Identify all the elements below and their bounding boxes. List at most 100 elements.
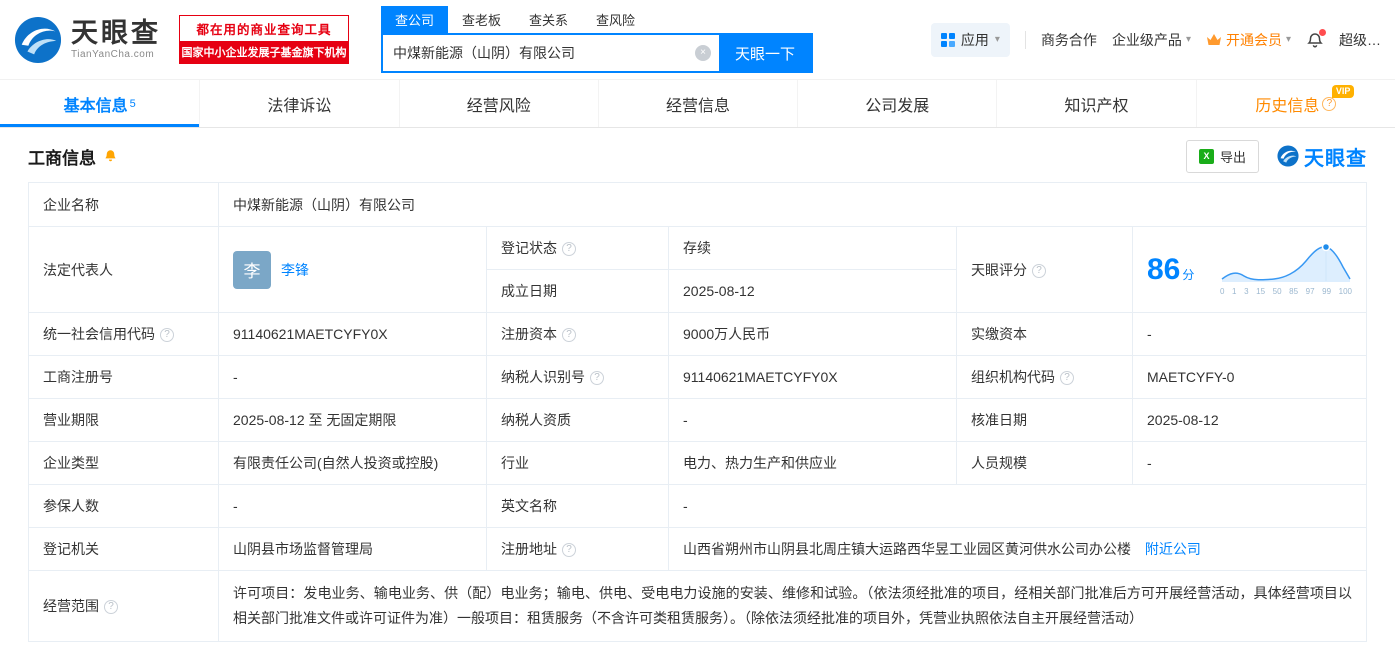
help-icon[interactable]: ? xyxy=(160,328,174,342)
field-label: 登记机关 xyxy=(28,527,219,571)
search-tab-boss[interactable]: 查老板 xyxy=(448,6,515,33)
help-icon[interactable]: ? xyxy=(562,543,576,557)
field-label: 经营范围? xyxy=(28,569,219,643)
search-tab-relation[interactable]: 查关系 xyxy=(515,6,582,33)
export-button[interactable]: X 导出 xyxy=(1185,139,1259,173)
field-label: 法定代表人 xyxy=(28,226,219,313)
chevron-down-icon: ▾ xyxy=(1285,34,1291,45)
field-label: 注册资本? xyxy=(486,312,669,356)
search-button[interactable]: 天眼一下 xyxy=(719,35,811,71)
logo-text: 天眼查 TianYanCha.com xyxy=(71,18,161,60)
legal-rep-link[interactable]: 李锋 xyxy=(281,260,309,280)
enterprise-label: 企业级产品 xyxy=(1111,31,1182,48)
field-value: - xyxy=(1132,441,1367,485)
tab-basic-info[interactable]: 基本信息 5 xyxy=(0,80,199,127)
field-label: 实缴资本 xyxy=(956,312,1133,356)
nearby-companies-link[interactable]: 附近公司 xyxy=(1145,541,1201,557)
section-header: 工商信息 X 导出 天眼查 xyxy=(28,130,1367,182)
score-axis-label: 0 xyxy=(1220,287,1225,296)
score-axis-label: 99 xyxy=(1322,287,1332,296)
help-icon[interactable]: ? xyxy=(1060,371,1074,385)
field-value: 中煤新能源（山阴）有限公司 xyxy=(218,182,1367,227)
apps-grid-icon xyxy=(940,32,955,47)
info-icon: ? xyxy=(1322,96,1337,111)
apps-menu[interactable]: 应用 ▾ xyxy=(930,22,1010,57)
vip-label: 开通会员 xyxy=(1225,31,1282,48)
tab-intellectual-property[interactable]: 知识产权 xyxy=(996,80,1195,127)
field-value: 山西省朔州市山阴县北周庄镇大运路西华昱工业园区黄河供水公司办公楼 附近公司 xyxy=(668,527,1367,571)
logo-title: 天眼查 xyxy=(71,18,161,49)
field-label: 人员规模 xyxy=(956,441,1133,485)
table-row: 参保人数 - 英文名称 - xyxy=(28,484,1367,528)
tab-operating-info[interactable]: 经营信息 xyxy=(597,80,797,127)
logo-subtitle: TianYanCha.com xyxy=(71,48,155,60)
field-value: 李 李锋 xyxy=(218,226,487,313)
notification-bell-icon[interactable] xyxy=(1306,28,1326,49)
field-label: 纳税人识别号? xyxy=(486,355,669,399)
score-value: 86 xyxy=(1147,252,1181,286)
field-label: 组织机构代码? xyxy=(956,355,1133,399)
table-row: 登记机关 山阴县市场监督管理局 注册地址? 山西省朔州市山阴县北周庄镇大运路西华… xyxy=(28,527,1367,571)
tab-operating-risk[interactable]: 经营风险 xyxy=(398,80,598,127)
promo-line-1: 都在用的商业查询工具 xyxy=(196,23,332,37)
crown-icon xyxy=(1206,33,1221,45)
table-row: 企业类型 有限责任公司(自然人投资或控股) 行业 电力、热力生产和供应业 人员规… xyxy=(28,441,1367,485)
field-value: 91140621MAETCYFY0X xyxy=(218,312,487,356)
field-value: - xyxy=(668,398,957,442)
field-label: 统一社会信用代码? xyxy=(28,312,219,356)
section-title: 工商信息 xyxy=(28,148,96,168)
help-icon[interactable]: ? xyxy=(562,328,576,342)
section-actions: X 导出 天眼查 xyxy=(1185,139,1367,173)
chevron-down-icon: ▾ xyxy=(1185,34,1191,45)
score-axis-label: 50 xyxy=(1272,287,1282,296)
brand-name: 天眼查 xyxy=(1304,147,1367,170)
score-chart: 0 1 3 15 50 85 97 99 100 xyxy=(1220,242,1352,296)
help-icon[interactable]: ? xyxy=(1032,263,1046,278)
table-row: 统一社会信用代码? 91140621MAETCYFY0X 注册资本? 9000万… xyxy=(28,312,1367,356)
field-label: 营业期限 xyxy=(28,398,219,442)
tab-company-development[interactable]: 公司发展 xyxy=(797,80,996,127)
tianyan-score: 86 分 xyxy=(1147,253,1194,287)
field-label: 工商注册号 xyxy=(28,355,219,399)
tab-history-info[interactable]: 历史信息 ? VIP xyxy=(1195,80,1395,127)
score-axis-label: 85 xyxy=(1289,287,1299,296)
tab-label: 经营信息 xyxy=(665,97,730,115)
menu-business-cooperation[interactable]: 商务合作 xyxy=(1041,30,1097,50)
search-input[interactable] xyxy=(383,45,695,61)
excel-icon: X xyxy=(1198,148,1214,164)
menu-enterprise-products[interactable]: 企业级产品 ▾ xyxy=(1112,30,1191,50)
table-row: 工商注册号 - 纳税人识别号? 91140621MAETCYFY0X 组织机构代… xyxy=(28,355,1367,399)
search-tab-risk[interactable]: 查风险 xyxy=(582,6,649,33)
subscribe-bell-icon[interactable] xyxy=(103,149,118,164)
avatar[interactable]: 李 xyxy=(233,250,271,289)
field-value: - xyxy=(218,484,487,528)
help-icon[interactable]: ? xyxy=(562,242,576,256)
business-info-table: 企业名称 中煤新能源（山阴）有限公司 法定代表人 李 李锋 登记状态? 存续 天… xyxy=(28,182,1367,643)
field-value: MAETCYFY-0 xyxy=(1132,355,1367,399)
score-axis-label: 97 xyxy=(1305,287,1315,296)
field-label: 成立日期 xyxy=(486,269,669,313)
menu-open-vip[interactable]: 开通会员 ▾ xyxy=(1206,30,1291,50)
help-icon[interactable]: ? xyxy=(590,371,604,385)
menu-super[interactable]: 超级… xyxy=(1339,30,1381,50)
app-logo[interactable]: 天眼查 TianYanCha.com xyxy=(14,16,161,64)
field-value: - xyxy=(668,484,1367,528)
chevron-down-icon: ▾ xyxy=(994,34,1000,45)
tab-legal-proceedings[interactable]: 法律诉讼 xyxy=(199,80,398,127)
score-axis: 0 1 3 15 50 85 97 99 100 xyxy=(1220,287,1352,296)
address-text: 山西省朔州市山阴县北周庄镇大运路西华昱工业园区黄河供水公司办公楼 xyxy=(683,541,1131,557)
field-value: - xyxy=(1132,312,1367,356)
search-tab-company[interactable]: 查公司 xyxy=(381,6,449,33)
field-value: 91140621MAETCYFY0X xyxy=(668,355,957,399)
score-curve xyxy=(1221,242,1351,282)
field-value: 山阴县市场监督管理局 xyxy=(218,527,487,571)
promo-line-2: 国家中小企业发展子基金旗下机构 xyxy=(180,41,348,63)
clear-icon[interactable]: × xyxy=(695,45,711,61)
tab-label: 历史信息 xyxy=(1255,97,1320,115)
score-unit: 分 xyxy=(1182,267,1195,282)
score-axis-label: 1 xyxy=(1232,287,1237,296)
top-header: 天眼查 TianYanCha.com 都在用的商业查询工具 国家中小企业发展子基… xyxy=(0,0,1395,80)
help-icon[interactable]: ? xyxy=(104,600,118,615)
search-area: 查公司 查老板 查关系 查风险 × 天眼一下 xyxy=(381,6,813,73)
search-tabs: 查公司 查老板 查关系 查风险 xyxy=(381,6,813,33)
